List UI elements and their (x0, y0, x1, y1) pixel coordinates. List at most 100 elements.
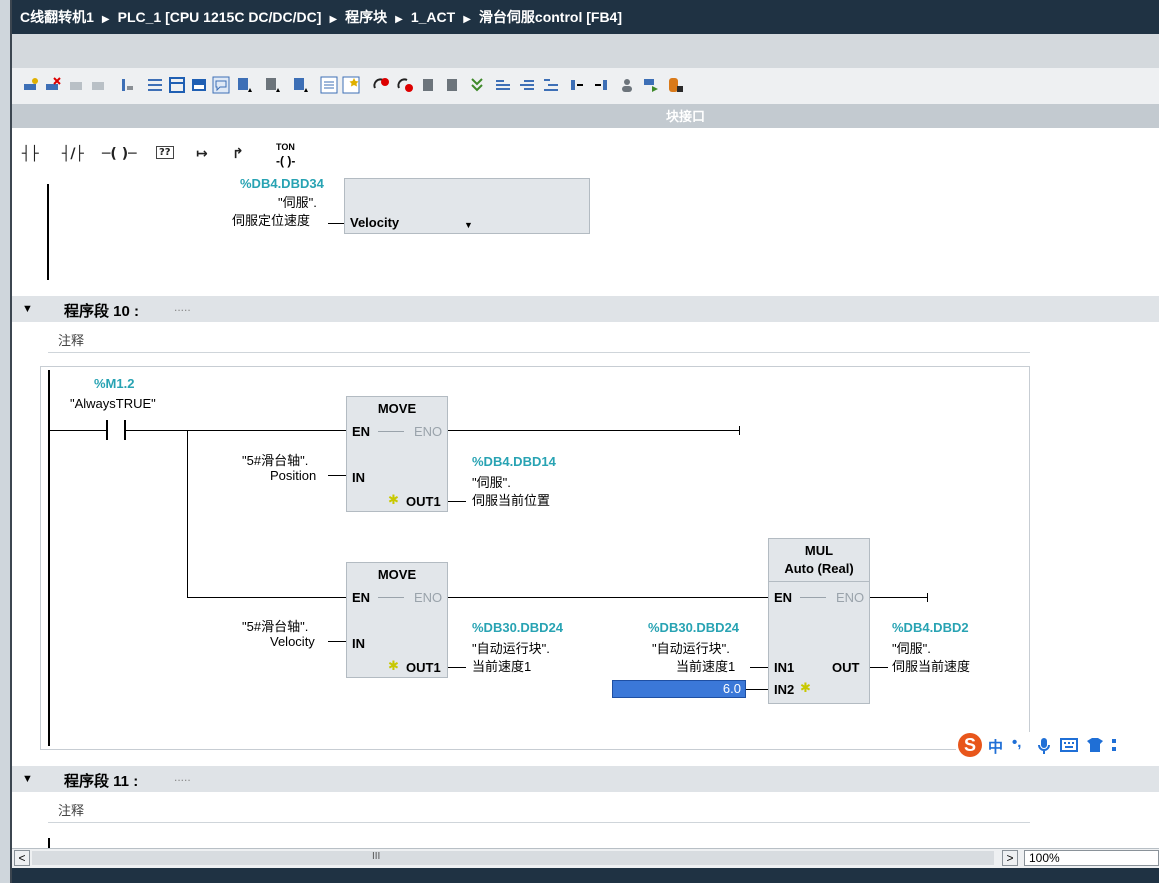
scroll-track[interactable] (32, 851, 994, 865)
network-10-header[interactable]: ▼ 程序段 10 : ..... (12, 296, 1159, 322)
ladder-editor-canvas[interactable]: %DB4.DBD34 "伺服". 伺服定位速度 Velocity ▼ ▼ 程序段… (12, 176, 1159, 848)
normally-closed-contact-button[interactable]: ┤/├ (62, 146, 84, 162)
keyboard-icon[interactable] (1060, 738, 1078, 752)
scroll-right-button[interactable]: > (1002, 850, 1018, 866)
mul-in2-value-field[interactable]: 6.0 (612, 680, 746, 698)
mul-out-address[interactable]: %DB4.DBD2 (892, 620, 969, 635)
contact-tag[interactable]: "AlwaysTRUE" (70, 396, 156, 411)
breadcrumb-group[interactable]: 1_ACT (411, 0, 455, 34)
network-toggle-icon[interactable] (292, 76, 310, 94)
ton-label[interactable]: TON (276, 142, 295, 152)
add-input-icon[interactable]: ✱ (800, 680, 811, 696)
ime-punct-toggle[interactable]: •, (1012, 734, 1021, 751)
database-icon[interactable] (666, 76, 684, 94)
ton-timer-icon[interactable]: -( )- (276, 154, 295, 168)
move1-en: EN (352, 424, 371, 439)
mic-icon[interactable] (1038, 737, 1050, 755)
insert-row-icon[interactable] (68, 76, 86, 94)
horizontal-scrollbar[interactable]: < III > 100% (12, 848, 1159, 869)
delete-network-icon[interactable] (44, 76, 62, 94)
breadcrumb-separator: ▶ (395, 14, 403, 25)
contact-address[interactable]: %M1.2 (94, 376, 134, 391)
ime-toolbar[interactable]: S 中 •, (956, 732, 1159, 762)
network-open-icon[interactable] (236, 76, 254, 94)
open-branch-button[interactable]: ↦ (196, 146, 208, 162)
network-11-comment[interactable]: 注释 (48, 796, 1030, 823)
move2-eno: ENO (414, 590, 443, 605)
network-10-comment[interactable]: 注释 (48, 326, 1030, 353)
mul-in1-address[interactable]: %DB30.DBD24 (648, 620, 739, 635)
move2-in-member[interactable]: Velocity (270, 634, 315, 649)
move2-out-member[interactable]: 当前速度1 (472, 656, 531, 675)
move1-in-member[interactable]: Position (270, 468, 316, 483)
scroll-left-button[interactable]: < (14, 850, 30, 866)
more-icon[interactable] (1110, 737, 1118, 753)
chevron-down-icon[interactable]: ▼ (464, 220, 473, 230)
normally-open-contact-button[interactable]: ┤├ (22, 146, 39, 162)
move2-out-tag[interactable]: "自动运行块". (472, 638, 550, 657)
panel-icon[interactable] (190, 76, 208, 94)
return-icon[interactable] (592, 76, 610, 94)
move1-out-address[interactable]: %DB4.DBD14 (472, 454, 556, 469)
mul-box[interactable]: MUL Auto (Real) (768, 538, 870, 704)
mul-in1-tag[interactable]: "自动运行块". (652, 638, 730, 657)
sogou-logo-icon[interactable]: S (958, 733, 982, 757)
breadcrumb-folder[interactable]: 程序块 (345, 0, 387, 34)
move1-out-member[interactable]: 伺服当前位置 (472, 490, 550, 509)
wire (187, 597, 346, 598)
move2-out-address[interactable]: %DB30.DBD24 (472, 620, 563, 635)
block-interface-bar[interactable]: 块接口 (12, 104, 1159, 128)
mul-type[interactable]: Auto (Real) (769, 561, 869, 576)
mul-in1-member[interactable]: 当前速度1 (676, 656, 735, 675)
move1-in-tag[interactable]: "5#滑台轴". (242, 450, 308, 469)
collapse-icon[interactable]: ▼ (22, 773, 33, 785)
breadcrumb-plc[interactable]: PLC_1 [CPU 1215C DC/DC/DC] (118, 0, 322, 34)
network-11-title: 程序段 11 : (64, 773, 139, 790)
add-row-icon[interactable] (90, 76, 108, 94)
rung-icon[interactable] (118, 76, 136, 94)
ime-lang-toggle[interactable]: 中 (988, 736, 1003, 757)
comment-icon[interactable] (212, 76, 230, 94)
breadcrumb-block[interactable]: 滑台伺服control [FB4] (479, 0, 622, 34)
contact-left-bar[interactable] (106, 420, 108, 440)
move2-in: IN (352, 636, 365, 651)
step-icon[interactable] (542, 76, 560, 94)
jump-icon[interactable] (568, 76, 586, 94)
cross-ref-icon[interactable] (444, 76, 462, 94)
close-branch-button[interactable]: ↱ (232, 146, 244, 162)
insert-network-icon[interactable] (22, 76, 40, 94)
empty-box-button[interactable]: ?? (156, 146, 174, 159)
mul-out-tag[interactable]: "伺服". (892, 638, 931, 657)
network-10-title-field[interactable]: ..... (174, 300, 191, 314)
simulate-icon[interactable] (642, 76, 660, 94)
breadcrumb-project[interactable]: C线翻转机1 (20, 0, 94, 34)
scroll-thumb-grip[interactable]: III (372, 851, 380, 862)
users-icon[interactable] (618, 76, 636, 94)
collapse-icon[interactable]: ▼ (22, 303, 33, 315)
monitor-off-icon[interactable] (372, 76, 390, 94)
monitor-icon[interactable] (396, 76, 414, 94)
network-11-title-field[interactable]: ..... (174, 770, 191, 784)
list-icon[interactable] (146, 76, 164, 94)
coil-button[interactable]: ─( )─ (102, 146, 137, 162)
network-11-header[interactable]: ▼ 程序段 11 : ..... (12, 766, 1159, 792)
download-icon[interactable] (468, 76, 486, 94)
wire (448, 501, 466, 502)
prev-out-tag-member[interactable]: 伺服定位速度 (232, 210, 310, 229)
prev-out-tag[interactable]: "伺服". (278, 192, 317, 211)
window-icon[interactable] (168, 76, 186, 94)
add-output-icon[interactable]: ✱ (388, 658, 399, 674)
move2-in-tag[interactable]: "5#滑台轴". (242, 616, 308, 635)
add-output-icon[interactable]: ✱ (388, 492, 399, 508)
network-close-icon[interactable] (264, 76, 282, 94)
indent-icon[interactable] (494, 76, 512, 94)
prev-out-address[interactable]: %DB4.DBD34 (240, 176, 324, 191)
mul-out-member[interactable]: 伺服当前速度 (892, 656, 970, 675)
skin-icon[interactable] (1086, 737, 1104, 753)
move1-out-tag[interactable]: "伺服". (472, 472, 511, 491)
zoom-field[interactable]: 100% (1024, 850, 1159, 866)
favorites-icon[interactable] (342, 76, 360, 94)
outdent-icon[interactable] (518, 76, 536, 94)
lines-icon[interactable] (320, 76, 338, 94)
reference-icon[interactable] (420, 76, 438, 94)
